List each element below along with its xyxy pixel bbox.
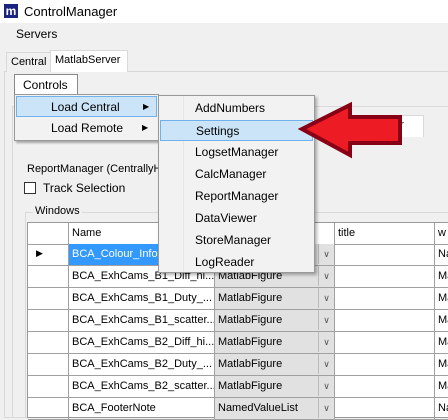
row-header[interactable]	[28, 376, 69, 398]
grid-header-w[interactable]: w	[435, 223, 448, 245]
load-central-submenu: AddNumbers Settings LogsetManager CalcManag…	[158, 95, 315, 273]
red-arrow-annotation-icon	[298, 101, 402, 159]
row-header[interactable]	[28, 398, 69, 420]
cell-title[interactable]	[335, 266, 435, 288]
app-logo-icon: m	[4, 4, 18, 18]
row-header[interactable]	[28, 288, 69, 310]
submenu-item-addnumbers[interactable]: AddNumbers	[160, 98, 313, 119]
cell-type-value: MatlabFigure	[218, 358, 283, 370]
menu-servers[interactable]: Servers	[16, 27, 57, 41]
row-header[interactable]	[28, 332, 69, 354]
menu-item-load-remote[interactable]: Load Remote ▶	[16, 118, 157, 139]
cell-type-value: NamedValueList	[218, 402, 298, 414]
cell-title[interactable]	[335, 398, 435, 420]
cell-type-combo[interactable]: MatlabFigure ∨	[215, 288, 335, 310]
cell-w[interactable]: Na	[435, 398, 448, 420]
cell-title[interactable]	[335, 332, 435, 354]
window-title: ControlManager	[24, 4, 118, 19]
cell-type-combo[interactable]: MatlabFigure ∨	[215, 354, 335, 376]
cell-w[interactable]: Na	[435, 244, 448, 266]
submenu-item-settings[interactable]: Settings	[160, 120, 313, 141]
cell-w[interactable]: Ma	[435, 310, 448, 332]
tab-matlabserver[interactable]: MatlabServer	[50, 50, 128, 72]
cell-w[interactable]: Ma	[435, 288, 448, 310]
cell-w[interactable]: Ma	[435, 376, 448, 398]
cell-type-value: MatlabFigure	[218, 314, 283, 326]
cell-w[interactable]: Ma	[435, 354, 448, 376]
cell-title[interactable]	[335, 376, 435, 398]
chevron-down-icon[interactable]: ∨	[318, 332, 334, 352]
submenu-arrow-icon: ▶	[142, 123, 149, 132]
chevron-down-icon[interactable]: ∨	[318, 354, 334, 374]
row-header[interactable]	[28, 354, 69, 376]
submenu-item-reportmanager[interactable]: ReportManager	[160, 186, 313, 207]
cell-title[interactable]	[335, 288, 435, 310]
cell-name[interactable]: BCA_ExhCams_B2_Duty_...	[69, 354, 215, 376]
cell-type-combo[interactable]: MatlabFigure ∨	[215, 310, 335, 332]
submenu-item-dataviewer[interactable]: DataViewer	[160, 208, 313, 229]
cell-title[interactable]	[335, 354, 435, 376]
cell-name[interactable]: BCA_ExhCams_B1_Duty_...	[69, 288, 215, 310]
submenu-item-logreader[interactable]: LogReader	[160, 252, 313, 273]
chevron-down-icon[interactable]: ∨	[318, 310, 334, 330]
track-selection-label: Track Selection	[43, 181, 126, 195]
chevron-down-icon[interactable]: ∨	[318, 266, 334, 286]
row-header[interactable]	[28, 266, 69, 288]
cell-type-value: MatlabFigure	[218, 292, 283, 304]
chevron-down-icon[interactable]: ∨	[318, 288, 334, 308]
menu-item-label: Load Central	[51, 100, 120, 114]
cell-name[interactable]: BCA_FooterNote	[69, 398, 215, 420]
menu-bar	[0, 23, 448, 45]
track-selection-checkbox[interactable]	[24, 182, 36, 194]
report-manager-label: ReportManager (CentrallyHo	[27, 163, 168, 175]
cell-name[interactable]: BCA_ExhCams_B1_scatter...	[69, 310, 215, 332]
chevron-down-icon[interactable]: ∨	[318, 376, 334, 396]
submenu-item-storemanager[interactable]: StoreManager	[160, 230, 313, 251]
grid-header-corner	[28, 223, 69, 245]
cell-type-combo[interactable]: MatlabFigure ∨	[215, 332, 335, 354]
cell-type-combo[interactable]: NamedValueList ∨	[215, 398, 335, 420]
tab-central[interactable]: Central	[6, 52, 51, 72]
menu-item-label: Load Remote	[51, 121, 124, 135]
cell-title[interactable]	[335, 244, 435, 266]
controls-menu[interactable]: Controls	[14, 74, 78, 95]
cell-type-value: MatlabFigure	[218, 336, 283, 348]
cell-title[interactable]	[335, 310, 435, 332]
cell-name[interactable]: BCA_ExhCams_B2_scatter...	[69, 376, 215, 398]
controls-dropdown: Load Central ▶ Load Remote ▶	[14, 94, 159, 141]
cell-type-combo[interactable]: MatlabFigure ∨	[215, 376, 335, 398]
menu-item-load-central[interactable]: Load Central ▶	[16, 96, 157, 117]
submenu-item-calcmanager[interactable]: CalcManager	[160, 164, 313, 185]
windows-label: Windows	[33, 205, 82, 217]
grid-header-title[interactable]: title	[335, 223, 435, 245]
cell-name[interactable]: BCA_ExhCams_B2_Diff_hi...	[69, 332, 215, 354]
cell-w[interactable]: Ma	[435, 332, 448, 354]
row-header[interactable]	[28, 310, 69, 332]
submenu-arrow-icon: ▶	[143, 102, 150, 111]
chevron-down-icon[interactable]: ∨	[318, 244, 334, 264]
submenu-item-logsetmanager[interactable]: LogsetManager	[160, 142, 313, 163]
row-header[interactable]: ▶	[28, 244, 69, 266]
cell-w[interactable]: Ma	[435, 266, 448, 288]
cell-type-value: MatlabFigure	[218, 380, 283, 392]
chevron-down-icon[interactable]: ∨	[318, 398, 334, 418]
